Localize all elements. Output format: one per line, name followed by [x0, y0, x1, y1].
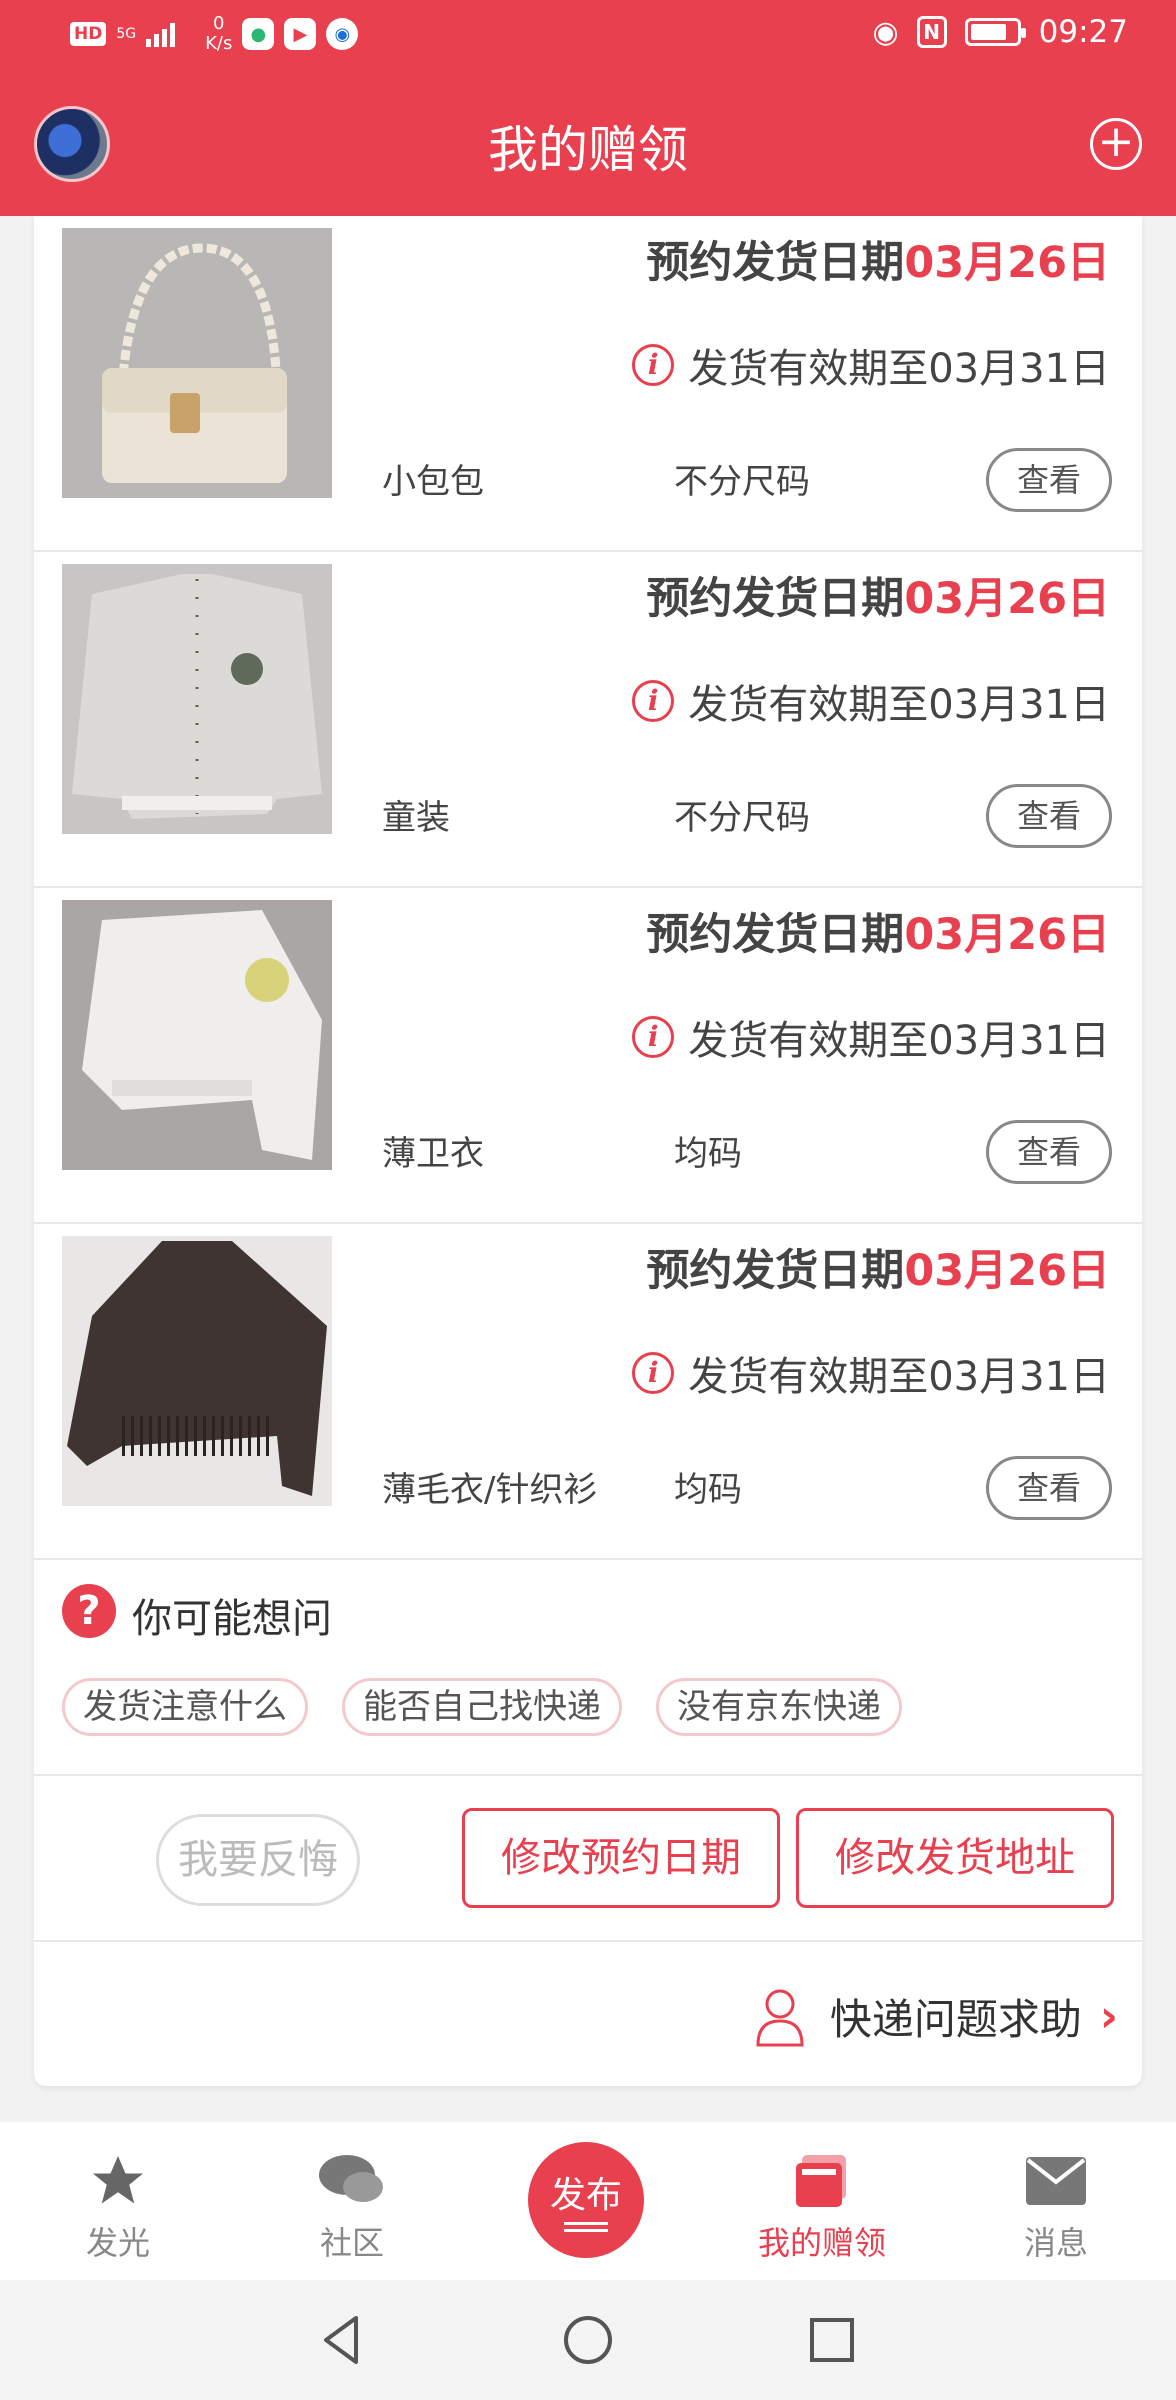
back-icon[interactable]: [312, 2310, 372, 2370]
ship-date: 预约发货日期03月26日: [646, 564, 1110, 626]
network-speed: 0 K/s: [205, 14, 232, 54]
signal-icon: [146, 21, 176, 47]
nav-label: 消息: [1023, 2224, 1088, 2262]
gift-box-icon: [752, 2148, 892, 2214]
change-date-button[interactable]: 修改预约日期: [462, 1808, 780, 1908]
list-item: 预约发货日期03月26日 i 发货有效期至03月31日 童装 不分尺码 查看: [34, 552, 1142, 888]
list-item: 预约发货日期03月26日 i 发货有效期至03月31日 小包包 不分尺码 查看: [34, 216, 1142, 552]
publish-label: 发布: [549, 2175, 622, 2216]
camera-app-icon: ◉: [326, 18, 359, 50]
nav-item-messages[interactable]: 消息: [986, 2148, 1126, 2264]
validity-text: 发货有效期至03月31日: [688, 346, 1110, 392]
item-photo-sweatshirt[interactable]: [62, 900, 332, 1170]
faq-tags: 发货注意什么 能否自己找快递 没有京东快递: [62, 1678, 902, 1736]
page-title: 我的赠领: [488, 121, 688, 179]
info-icon: i: [632, 1352, 675, 1394]
nav-label: 发光: [85, 2224, 150, 2262]
star-icon: [48, 2148, 188, 2214]
faq-section: ? 你可能想问 发货注意什么 能否自己找快递 没有京东快递: [34, 1544, 1142, 1776]
question-icon: ?: [62, 1584, 116, 1638]
publish-button[interactable]: 发布: [528, 2142, 644, 2258]
system-nav-bar: [0, 2280, 1176, 2400]
item-size: 不分尺码: [674, 798, 810, 838]
nav-item-glow[interactable]: 发光: [48, 2148, 188, 2264]
item-size: 均码: [674, 1134, 742, 1174]
action-bar: 我要反悔 修改预约日期 修改发货地址: [34, 1776, 1142, 1942]
courier-help-link[interactable]: 快递问题求助 ›: [752, 1986, 1118, 2047]
plus-circle-icon[interactable]: +: [1090, 118, 1142, 170]
app-notification-icon: ●: [242, 18, 275, 50]
nfc-icon: N: [916, 16, 947, 48]
validity: i 发货有效期至03月31日: [632, 672, 1110, 730]
ship-date: 预约发货日期03月26日: [646, 900, 1110, 962]
item-size: 不分尺码: [674, 462, 810, 502]
ship-date-value: 03月26日: [904, 238, 1110, 288]
validity: i 发货有效期至03月31日: [632, 336, 1110, 394]
ship-date: 预约发货日期03月26日: [646, 1236, 1110, 1298]
video-app-icon: ▶: [284, 18, 317, 50]
ship-date-label: 预约发货日期: [646, 1246, 905, 1296]
item-photo-knit-sweater[interactable]: [62, 1236, 332, 1506]
regret-button[interactable]: 我要反悔: [156, 1814, 360, 1906]
courier-help-label: 快递问题求助: [829, 1995, 1082, 2044]
view-button[interactable]: 查看: [986, 1120, 1112, 1184]
faq-tag[interactable]: 没有京东快递: [656, 1678, 902, 1736]
info-icon: i: [632, 680, 675, 722]
hd-badge: HD: [70, 22, 107, 46]
list-item: 预约发货日期03月26日 i 发货有效期至03月31日 薄卫衣 均码 查看: [34, 888, 1142, 1224]
faq-tag[interactable]: 发货注意什么: [62, 1678, 308, 1736]
ship-date-value: 03月26日: [904, 574, 1110, 624]
ship-date-value: 03月26日: [904, 1246, 1110, 1296]
app-header: HD 5G 0 K/s ● ▶ ◉ ◉ N 09:27 我的赠领 +: [0, 0, 1176, 216]
ship-date-label: 预约发货日期: [646, 238, 905, 288]
info-icon: i: [632, 344, 675, 386]
change-address-button[interactable]: 修改发货地址: [796, 1808, 1114, 1908]
eye-comfort-icon: ◉: [872, 14, 899, 50]
validity: i 发货有效期至03月31日: [632, 1008, 1110, 1066]
nav-item-my-donations[interactable]: 我的赠领: [752, 2148, 892, 2264]
validity-text: 发货有效期至03月31日: [688, 682, 1110, 728]
donation-card: 预约发货日期03月26日 i 发货有效期至03月31日 小包包 不分尺码 查看 预…: [34, 216, 1142, 2086]
view-button[interactable]: 查看: [986, 784, 1112, 848]
mail-icon: [986, 2148, 1126, 2214]
view-button[interactable]: 查看: [986, 1456, 1112, 1520]
clock: 09:27: [1038, 14, 1128, 50]
chevron-right-icon: ›: [1099, 1991, 1118, 2042]
validity: i 发货有效期至03月31日: [632, 1344, 1110, 1402]
faq-tag[interactable]: 能否自己找快递: [342, 1678, 622, 1736]
nav-label: 我的赠领: [757, 2224, 886, 2262]
item-name: 小包包: [382, 462, 484, 502]
publish-icon: [564, 2222, 608, 2232]
item-name: 童装: [382, 798, 450, 838]
bottom-nav: 发光 社区 发布 我的赠领 消息: [0, 2122, 1176, 2280]
status-bar: HD 5G 0 K/s ● ▶ ◉ ◉ N 09:27: [0, 0, 1176, 70]
battery-icon: [964, 18, 1026, 46]
view-button[interactable]: 查看: [986, 448, 1112, 512]
ship-date-label: 预约发货日期: [646, 574, 905, 624]
list-item: 预约发货日期03月26日 i 发货有效期至03月31日 薄毛衣/针织衫 均码 查看: [34, 1224, 1142, 1560]
validity-text: 发货有效期至03月31日: [688, 1354, 1110, 1400]
home-icon[interactable]: [558, 2310, 618, 2370]
recents-icon[interactable]: [802, 2310, 862, 2370]
item-photo-kids-cardigan[interactable]: [62, 564, 332, 834]
person-icon: [756, 1989, 804, 2046]
validity-text: 发货有效期至03月31日: [688, 1018, 1110, 1064]
item-name: 薄毛衣/针织衫: [382, 1470, 598, 1510]
nav-label: 社区: [319, 2224, 384, 2262]
network-type: 5G: [116, 26, 137, 42]
faq-title: 你可能想问: [132, 1596, 332, 1642]
ship-date: 预约发货日期03月26日: [646, 228, 1110, 290]
chat-bubbles-icon: [282, 2148, 422, 2214]
ship-date-label: 预约发货日期: [646, 910, 905, 960]
info-icon: i: [632, 1016, 675, 1058]
item-name: 薄卫衣: [382, 1134, 484, 1174]
ship-date-value: 03月26日: [904, 910, 1110, 960]
item-photo-bag[interactable]: [62, 228, 332, 498]
nav-item-community[interactable]: 社区: [282, 2148, 422, 2264]
item-size: 均码: [674, 1470, 742, 1510]
network-speed-value: 0: [213, 13, 225, 34]
network-speed-unit: K/s: [205, 33, 233, 54]
